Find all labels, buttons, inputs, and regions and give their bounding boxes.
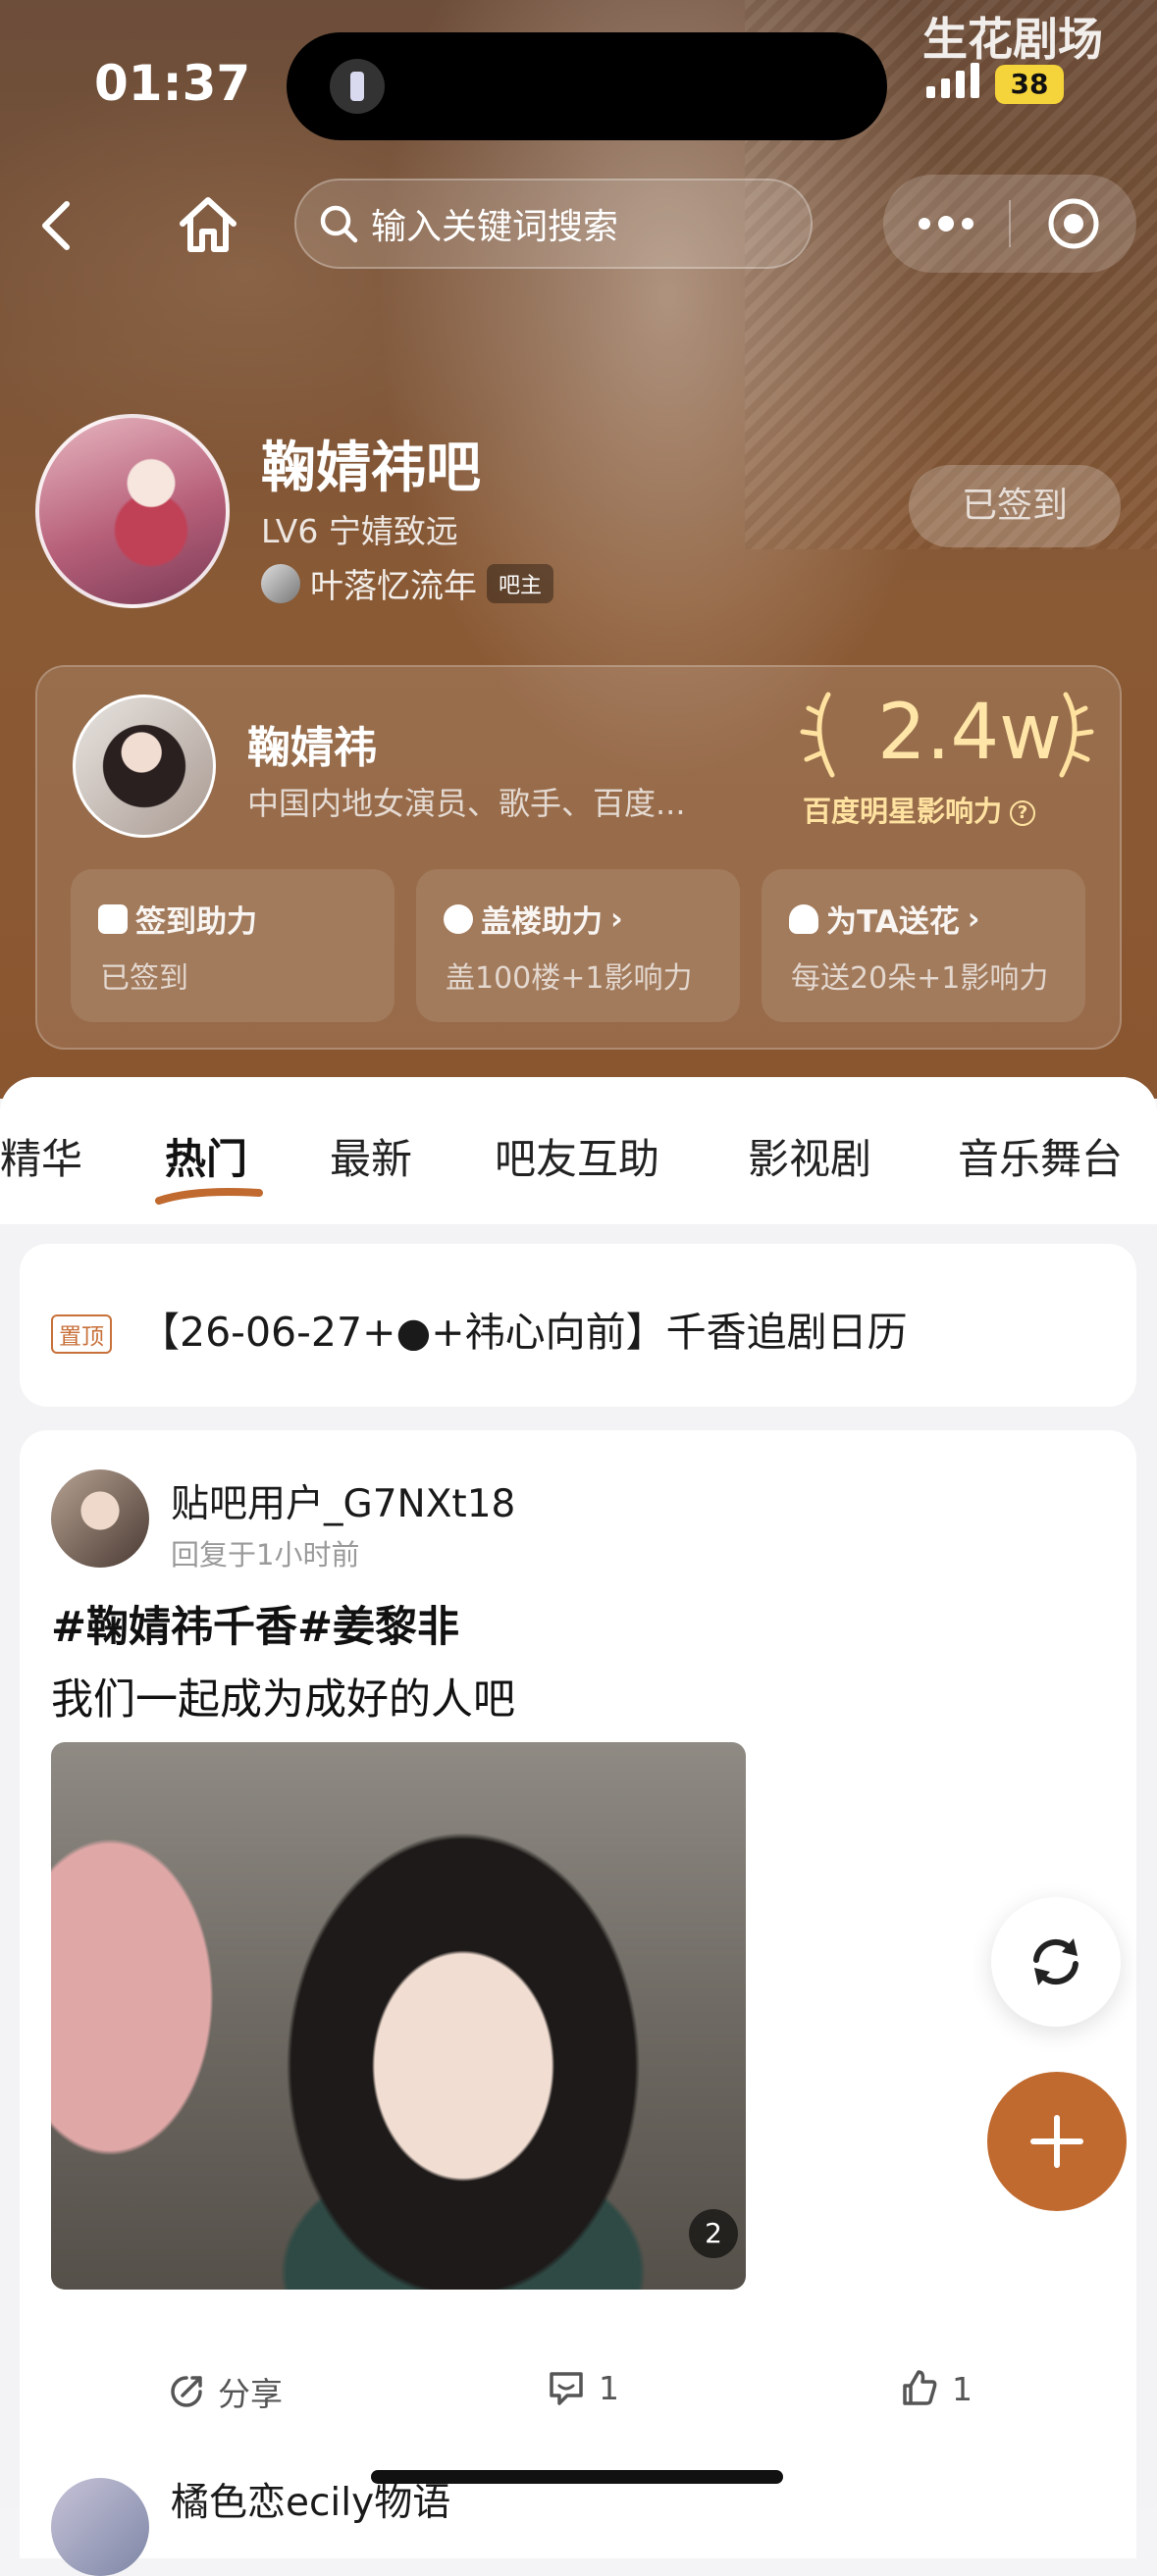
- sign-in-boost-title: 签到助力: [98, 897, 257, 941]
- send-flower-subtitle: 每送20朵+1影响力: [791, 961, 1049, 996]
- owner-name: 叶落忆流年: [310, 567, 477, 606]
- chat-bubble-icon: [444, 903, 473, 934]
- home-icon: [180, 197, 237, 252]
- user-avatar[interactable]: [51, 2478, 149, 2576]
- floor-boost-title: 盖楼助力 ›: [444, 897, 623, 941]
- forum-owner[interactable]: 叶落忆流年 吧主: [261, 559, 554, 607]
- send-flower-title: 为TA送花 ›: [789, 897, 980, 941]
- capsule-divider: [1009, 200, 1011, 247]
- forum-level: LV6 宁婧致远: [261, 512, 458, 550]
- share-button[interactable]: 分享: [167, 2368, 283, 2415]
- category-tabs: 精华 热门 最新 吧友互助 影视剧 音乐舞台: [0, 1077, 1157, 1224]
- sign-in-button[interactable]: 已签到: [909, 465, 1121, 547]
- tab-latest[interactable]: 最新: [330, 1126, 412, 1186]
- flower-icon: [789, 903, 818, 934]
- pinned-badge: 置顶: [51, 1314, 112, 1354]
- like-count: 1: [952, 2369, 973, 2408]
- tab-film-tv[interactable]: 影视剧: [748, 1126, 871, 1186]
- status-time: 01:37: [94, 55, 251, 112]
- home-indicator[interactable]: [371, 2470, 783, 2484]
- share-icon: [171, 2376, 202, 2407]
- next-post-card[interactable]: 橘色恋ecily物语: [20, 2441, 1136, 2576]
- dynamic-island: [287, 32, 887, 140]
- post-text: 我们一起成为成好的人吧: [51, 1675, 515, 1725]
- influence-label[interactable]: 百度明星影响力?: [803, 789, 1036, 830]
- sign-in-boost-subtitle: 已签到: [100, 961, 188, 996]
- refresh-button[interactable]: [991, 1897, 1121, 2027]
- help-icon[interactable]: ?: [1010, 800, 1036, 826]
- signal-icon: [926, 63, 979, 98]
- refresh-icon: [1033, 1938, 1078, 1985]
- post-time: 回复于1小时前: [171, 1538, 360, 1571]
- more-icon[interactable]: [915, 210, 977, 237]
- post-card[interactable]: 贴吧用户_G7NXt18 回复于1小时前 #鞠婧祎千香#姜黎非 我们一起成为成好…: [20, 1430, 1136, 2513]
- floor-boost-subtitle: 盖100楼+1影响力: [446, 961, 693, 996]
- search-placeholder: 输入关键词搜索: [371, 207, 619, 247]
- star-description: 中国内地女演员、歌手、百度...: [247, 785, 686, 822]
- laurel-left-icon: [800, 692, 835, 778]
- floor-boost-card[interactable]: 盖楼助力 › 盖100楼+1影响力: [416, 869, 740, 1022]
- comment-icon: [550, 2372, 583, 2405]
- post-username[interactable]: 贴吧用户_G7NXt18: [171, 1473, 515, 1528]
- sign-in-boost-card[interactable]: 签到助力 已签到: [71, 869, 394, 1022]
- share-label: 分享: [218, 2375, 283, 2413]
- back-button[interactable]: [29, 186, 88, 265]
- influence-label-text: 百度明星影响力: [803, 795, 1003, 828]
- user-avatar[interactable]: [51, 1469, 149, 1568]
- thumbs-up-icon: [903, 2370, 937, 2405]
- tab-mutual-help[interactable]: 吧友互助: [495, 1126, 659, 1186]
- mini-program-capsule: [883, 175, 1136, 273]
- send-flower-card[interactable]: 为TA送花 › 每送20朵+1影响力: [762, 869, 1085, 1022]
- tab-music-stage[interactable]: 音乐舞台: [958, 1126, 1123, 1186]
- back-arrow-icon: [42, 201, 70, 250]
- active-tab-indicator: [155, 1188, 263, 1205]
- pinned-post[interactable]: 置顶 【26-06-27+●+祎心向前】千香追剧日历: [20, 1244, 1136, 1407]
- owner-avatar: [261, 563, 300, 603]
- chevron-right-icon: ›: [967, 901, 980, 937]
- like-button[interactable]: 1: [899, 2368, 973, 2409]
- plus-icon: [1030, 2115, 1083, 2168]
- star-name: 鞠婧祎: [247, 723, 377, 773]
- post-hashtags[interactable]: #鞠婧祎千香#姜黎非: [51, 1593, 459, 1654]
- send-flower-label: 为TA送花: [826, 904, 960, 940]
- home-button[interactable]: [169, 186, 247, 265]
- floor-boost-label: 盖楼助力: [481, 904, 603, 940]
- search-icon: [320, 205, 358, 243]
- tab-hot[interactable]: 热门: [165, 1126, 247, 1186]
- forum-name: 鞠婧祎吧: [261, 437, 481, 500]
- owner-badge: 吧主: [487, 563, 554, 603]
- comment-count: 1: [599, 2368, 619, 2407]
- star-avatar[interactable]: [73, 695, 216, 838]
- post-image[interactable]: 2: [51, 1742, 746, 2290]
- image-count-badge: 2: [689, 2209, 738, 2258]
- comment-button[interactable]: 1: [546, 2368, 619, 2407]
- flashlight-icon: [330, 59, 385, 114]
- calendar-icon: [98, 903, 128, 934]
- star-influence-card: 鞠婧祎 中国内地女演员、歌手、百度... 2.4w 百度明星影响力? 签到助力 …: [35, 665, 1122, 1050]
- forum-avatar[interactable]: [35, 414, 230, 608]
- feed-container: 精华 热门 最新 吧友互助 影视剧 音乐舞台 置顶 【26-06-27+●+祎心…: [0, 1077, 1157, 2513]
- watermark: 生花剧场: [922, 13, 1103, 66]
- post-actions: 分享 1 1: [20, 2352, 1136, 2431]
- pinned-title: 【26-06-27+●+祎心向前】千香追剧日历: [139, 1309, 908, 1356]
- search-input[interactable]: 输入关键词搜索: [294, 179, 813, 269]
- sign-in-boost-label: 签到助力: [135, 904, 257, 940]
- tab-featured[interactable]: 精华: [0, 1126, 82, 1186]
- create-post-button[interactable]: [987, 2072, 1127, 2211]
- close-target-icon[interactable]: [1046, 196, 1101, 251]
- battery-indicator: 38: [995, 65, 1064, 104]
- chevron-right-icon: ›: [610, 901, 623, 937]
- laurel-right-icon: [1059, 692, 1094, 778]
